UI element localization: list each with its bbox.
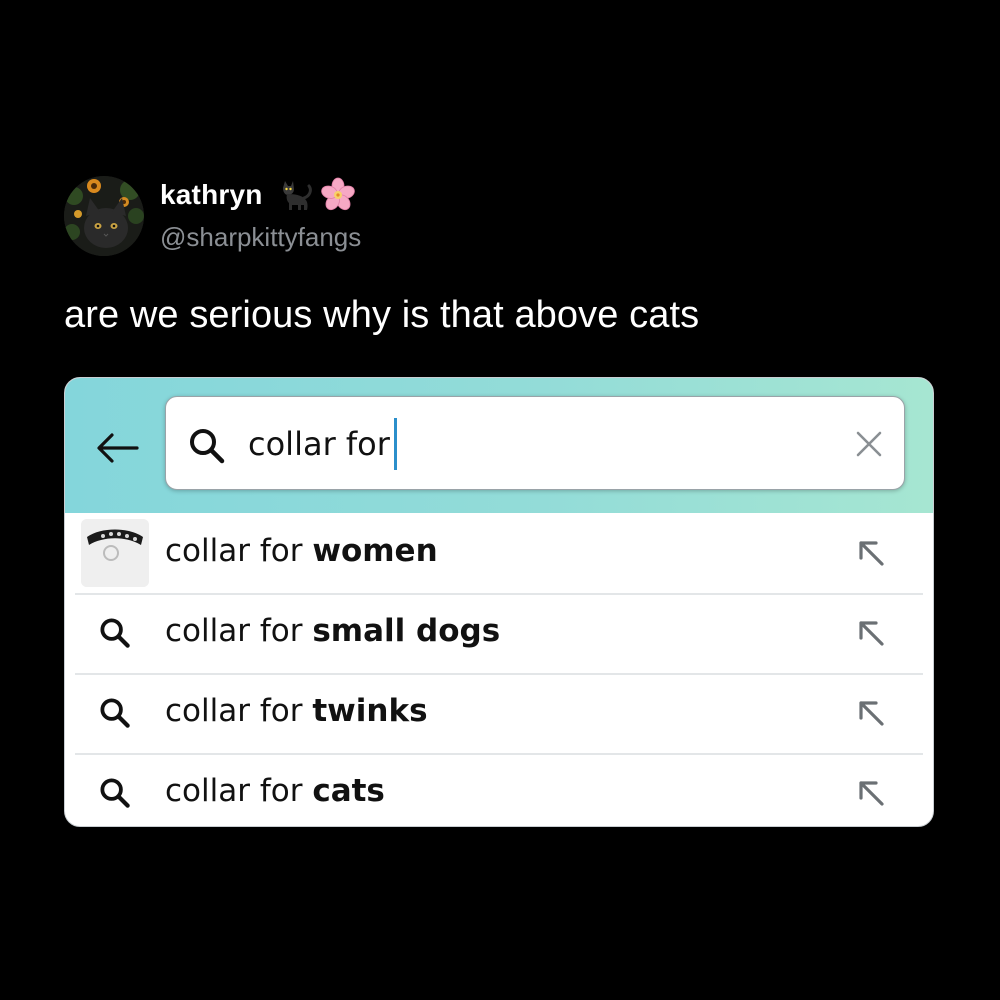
fill-query-arrow-icon[interactable] [853, 535, 889, 571]
search-icon [188, 427, 226, 470]
name-emojis [277, 176, 357, 214]
tweet-text: are we serious why is that above cats [64, 294, 700, 336]
suggestion-item[interactable]: collar for women [65, 513, 933, 593]
suggestion-item[interactable]: collar for small dogs [65, 593, 933, 673]
text-caret [393, 418, 397, 470]
suggestion-list: collar for women collar for small dogs c… [65, 513, 933, 826]
fill-query-arrow-icon[interactable] [853, 695, 889, 731]
search-header: collar for [65, 378, 933, 513]
suggestion-item[interactable]: collar for cats [65, 753, 933, 826]
suggestion-item[interactable]: collar for twinks [65, 673, 933, 753]
search-input-value: collar for [248, 425, 390, 463]
suggestion-text: collar for twinks [165, 693, 428, 729]
search-box[interactable]: collar for [165, 396, 905, 490]
suggestion-text: collar for small dogs [165, 613, 501, 649]
suggestion-text: collar for women [165, 533, 438, 569]
cat-avatar-image [64, 176, 144, 256]
collar-thumbnail [81, 519, 149, 587]
fill-query-arrow-icon[interactable] [853, 775, 889, 811]
search-icon [99, 697, 131, 734]
back-button[interactable] [89, 424, 145, 472]
display-name-row: kathryn [160, 175, 357, 215]
display-name[interactable]: kathryn [160, 179, 263, 211]
fill-query-arrow-icon[interactable] [853, 615, 889, 651]
avatar[interactable] [64, 176, 144, 256]
black-cat-icon [282, 181, 312, 210]
close-icon [856, 431, 882, 457]
search-screenshot-card: collar for collar for women collar for s… [64, 377, 934, 827]
search-icon [99, 777, 131, 814]
search-input[interactable]: collar for [248, 418, 397, 470]
search-icon [99, 617, 131, 654]
cherry-blossom-icon [320, 177, 355, 211]
suggestion-text: collar for cats [165, 773, 385, 809]
user-handle[interactable]: @sharpkittyfangs [160, 222, 361, 253]
clear-search-button[interactable] [852, 427, 886, 461]
back-arrow-icon [97, 433, 139, 463]
